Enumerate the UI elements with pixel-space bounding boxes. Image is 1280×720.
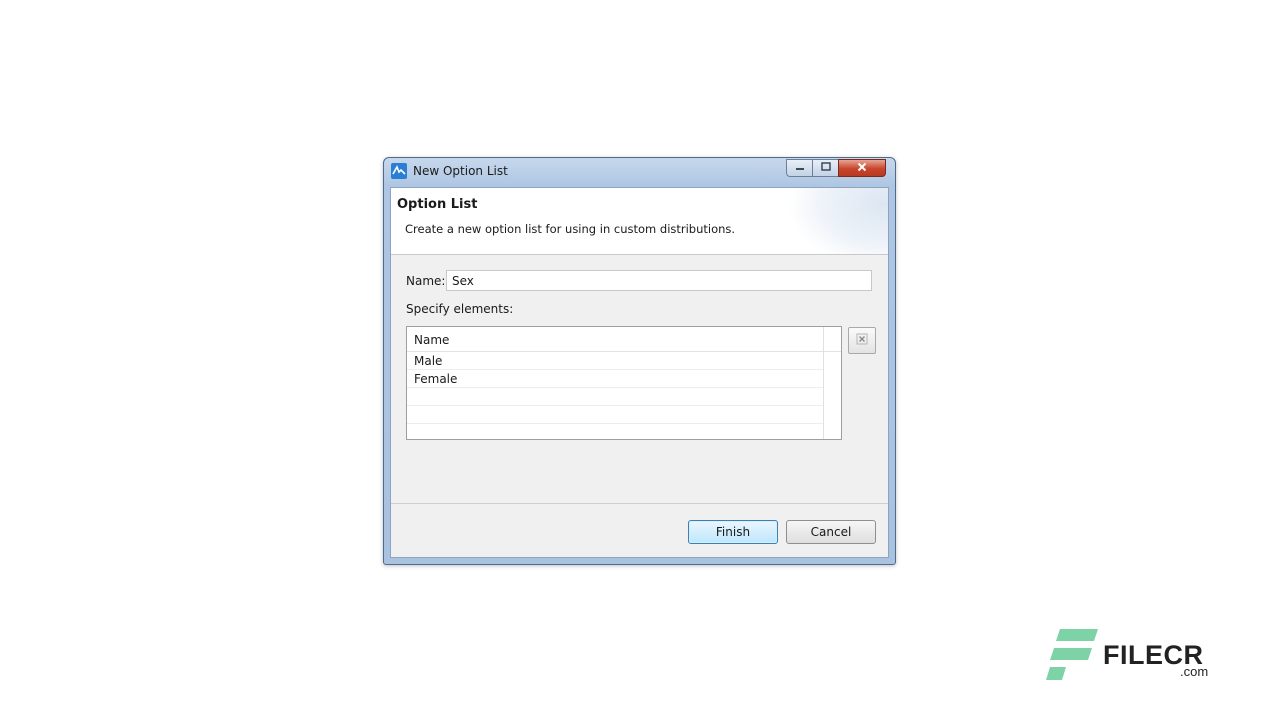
- header-banner: Option List Create a new option list for…: [391, 188, 888, 255]
- name-input[interactable]: [446, 270, 872, 291]
- footer-divider: [391, 503, 888, 504]
- row-cell: Female: [414, 372, 458, 386]
- window-title: New Option List: [413, 164, 508, 178]
- specify-elements-label: Specify elements:: [406, 302, 514, 316]
- table-row[interactable]: Male: [407, 352, 823, 370]
- minimize-icon: [795, 161, 805, 175]
- finish-button[interactable]: Finish: [688, 520, 778, 544]
- delete-x-icon: [856, 333, 868, 348]
- maximize-button[interactable]: [812, 159, 839, 177]
- dialog-content: Option List Create a new option list for…: [390, 187, 889, 558]
- column-divider: [823, 327, 824, 439]
- table-row[interactable]: Female: [407, 370, 823, 388]
- row-cell: Male: [414, 354, 443, 368]
- delete-element-button[interactable]: [848, 327, 876, 354]
- minimize-button[interactable]: [786, 159, 813, 177]
- name-label: Name:: [406, 274, 446, 288]
- elements-table[interactable]: Name Male Female: [406, 326, 842, 440]
- banner-title: Option List: [397, 197, 478, 212]
- filecr-domain-text: .com: [1180, 664, 1209, 679]
- cancel-button[interactable]: Cancel: [786, 520, 876, 544]
- close-button[interactable]: [838, 159, 886, 177]
- title-bar[interactable]: New Option List: [384, 158, 895, 186]
- filecr-watermark: FILECR .com: [1046, 628, 1216, 684]
- table-row-empty[interactable]: [407, 406, 823, 424]
- close-icon: [857, 161, 867, 175]
- column-header-name[interactable]: Name: [414, 333, 449, 347]
- app-logo-icon: [391, 163, 407, 179]
- banner-description: Create a new option list for using in cu…: [405, 222, 736, 236]
- dialog-window: New Option List Option List Create a new…: [383, 157, 896, 565]
- banner-decoration: [788, 188, 888, 254]
- maximize-icon: [820, 161, 831, 175]
- table-row-empty[interactable]: [407, 388, 823, 406]
- table-header: Name: [407, 327, 841, 352]
- table-row-empty[interactable]: [407, 424, 823, 439]
- filecr-logo-icon: [1046, 628, 1102, 687]
